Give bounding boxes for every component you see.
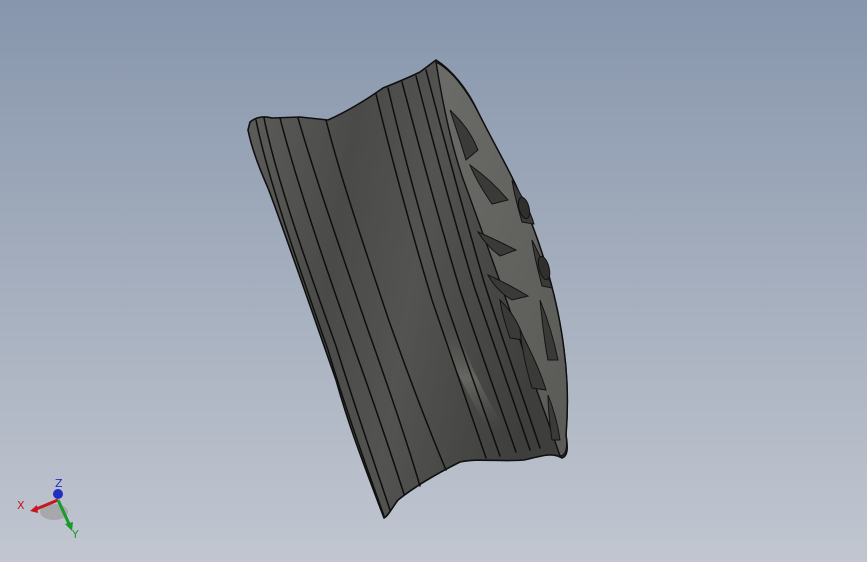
y-axis-label: Y (72, 528, 79, 541)
graphics-viewport[interactable]: X Y Z (0, 0, 867, 562)
z-axis-icon (53, 489, 63, 499)
x-axis-label: X (17, 499, 25, 512)
x-arrowhead-icon (30, 505, 38, 513)
triad-graphic (30, 489, 73, 531)
orientation-triad[interactable]: X Y Z (10, 474, 90, 554)
wheel-rim-model[interactable] (0, 0, 867, 562)
z-axis-label: Z (55, 477, 63, 490)
